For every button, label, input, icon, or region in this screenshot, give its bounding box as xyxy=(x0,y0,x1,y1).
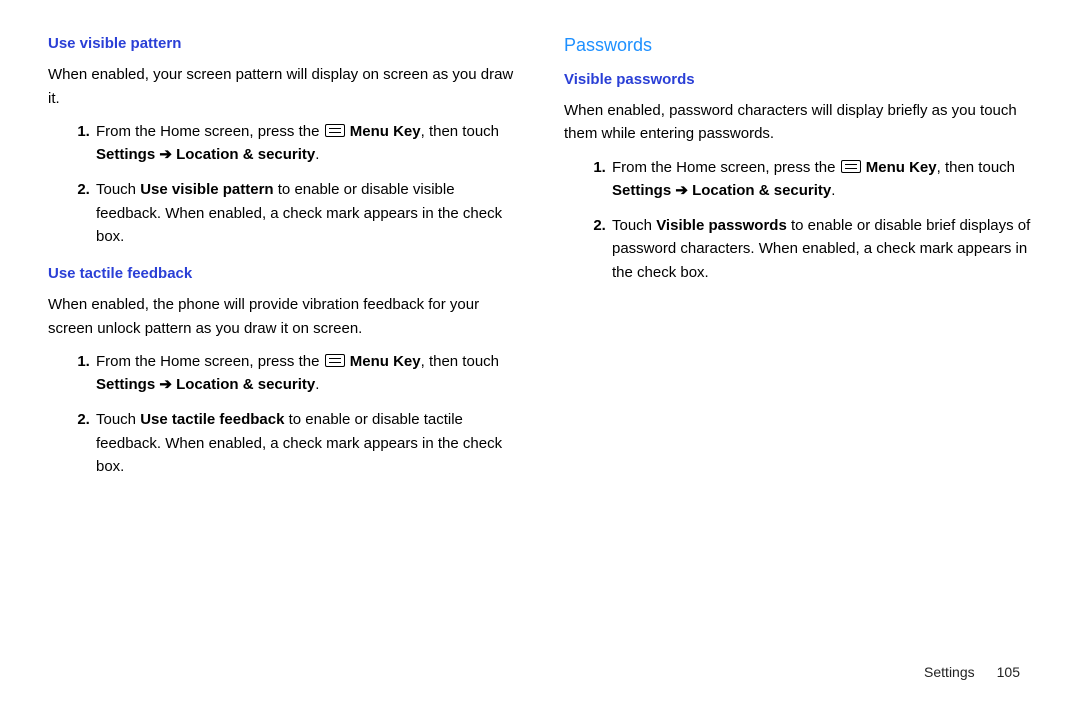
step-2: Touch Visible passwords to enable or dis… xyxy=(610,214,1032,284)
option-name: Use tactile feedback xyxy=(140,411,284,428)
option-name: Visible passwords xyxy=(656,217,787,234)
menu-key-label: Menu Key xyxy=(346,123,421,140)
step-2: Touch Use visible pattern to enable or d… xyxy=(94,178,516,248)
intro-visible-passwords: When enabled, password characters will d… xyxy=(564,99,1032,146)
step-1: From the Home screen, press the Menu Key… xyxy=(610,156,1032,203)
step-2: Touch Use tactile feedback to enable or … xyxy=(94,408,516,478)
text: . xyxy=(315,376,319,393)
steps-tactile-feedback: From the Home screen, press the Menu Key… xyxy=(48,350,516,478)
intro-visible-pattern: When enabled, your screen pattern will d… xyxy=(48,63,516,110)
menu-key-icon xyxy=(325,124,345,137)
settings-path: Settings ➔ Location & security xyxy=(96,146,315,163)
text: . xyxy=(831,182,835,199)
menu-key-icon xyxy=(841,160,861,173)
columns: Use visible pattern When enabled, your s… xyxy=(48,32,1032,492)
text: From the Home screen, press the xyxy=(96,353,324,370)
step-1: From the Home screen, press the Menu Key… xyxy=(94,120,516,167)
page-footer: Settings 105 xyxy=(924,664,1020,680)
right-column: Passwords Visible passwords When enabled… xyxy=(564,32,1032,492)
steps-visible-passwords: From the Home screen, press the Menu Key… xyxy=(564,156,1032,284)
text: , then touch xyxy=(937,159,1015,176)
steps-visible-pattern: From the Home screen, press the Menu Key… xyxy=(48,120,516,248)
menu-key-label: Menu Key xyxy=(346,353,421,370)
footer-section: Settings xyxy=(924,664,975,680)
intro-tactile-feedback: When enabled, the phone will provide vib… xyxy=(48,293,516,340)
step-1: From the Home screen, press the Menu Key… xyxy=(94,350,516,397)
heading-visible-passwords: Visible passwords xyxy=(564,68,1032,91)
text: From the Home screen, press the xyxy=(612,159,840,176)
text: Touch xyxy=(96,411,140,428)
text: . xyxy=(315,146,319,163)
settings-path: Settings ➔ Location & security xyxy=(96,376,315,393)
heading-passwords: Passwords xyxy=(564,32,1032,60)
text: Touch xyxy=(96,181,140,198)
footer-page-number: 105 xyxy=(997,664,1020,680)
heading-use-visible-pattern: Use visible pattern xyxy=(48,32,516,55)
text: , then touch xyxy=(421,123,499,140)
page: Use visible pattern When enabled, your s… xyxy=(0,0,1080,720)
text: From the Home screen, press the xyxy=(96,123,324,140)
settings-path: Settings ➔ Location & security xyxy=(612,182,831,199)
heading-use-tactile-feedback: Use tactile feedback xyxy=(48,262,516,285)
text: , then touch xyxy=(421,353,499,370)
option-name: Use visible pattern xyxy=(140,181,273,198)
text: Touch xyxy=(612,217,656,234)
menu-key-label: Menu Key xyxy=(862,159,937,176)
left-column: Use visible pattern When enabled, your s… xyxy=(48,32,516,492)
menu-key-icon xyxy=(325,354,345,367)
